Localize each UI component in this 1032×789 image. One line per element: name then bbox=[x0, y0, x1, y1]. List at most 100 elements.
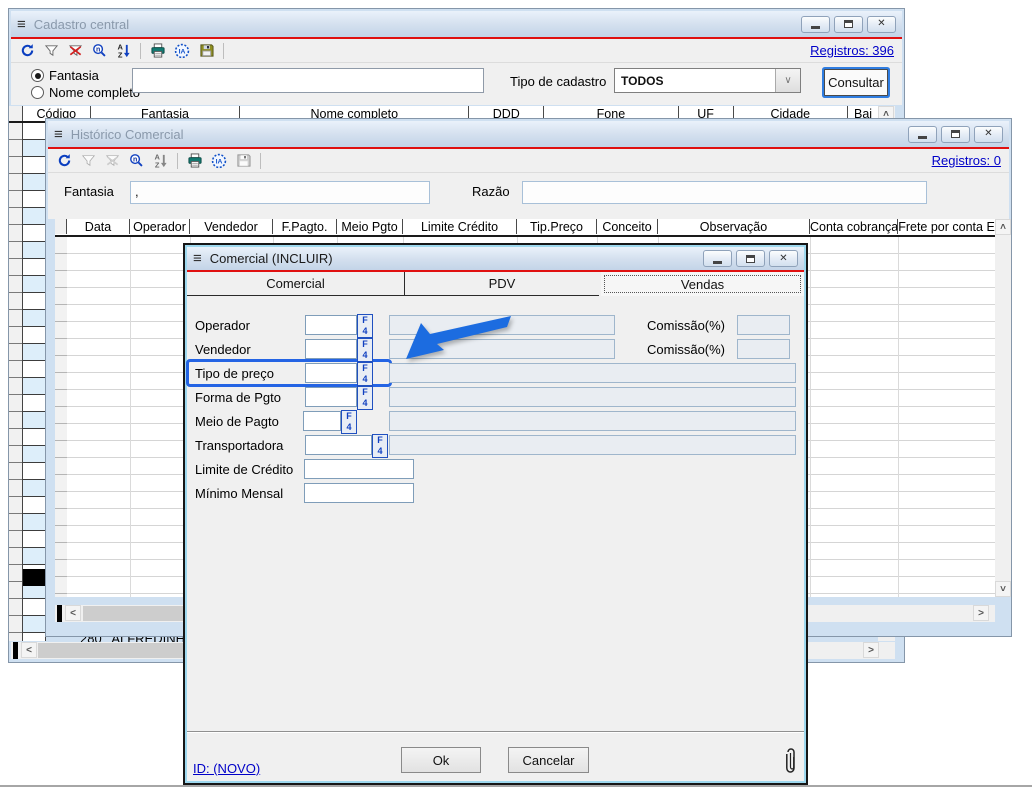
menu-icon[interactable]: ≡ bbox=[193, 251, 202, 266]
close-button[interactable]: ✕ bbox=[974, 126, 1003, 143]
minimo-mensal-input[interactable] bbox=[304, 483, 414, 503]
sort-az-icon[interactable]: AZ bbox=[114, 42, 132, 59]
table-grid-column[interactable] bbox=[23, 123, 46, 641]
column-header[interactable]: Operador bbox=[130, 219, 190, 234]
operador-description-field bbox=[389, 315, 615, 335]
search-input[interactable] bbox=[132, 68, 484, 93]
registros-link[interactable]: Registros: 0 bbox=[932, 153, 1001, 168]
vertical-scrollbar[interactable]: ˄ ˅ bbox=[995, 219, 1011, 597]
maximize-button[interactable] bbox=[834, 16, 863, 33]
dialog-titlebar[interactable]: ≡ Comercial (INCLUIR) ✕ bbox=[187, 247, 804, 270]
ok-button[interactable]: Ok bbox=[401, 747, 481, 773]
minimize-button[interactable] bbox=[908, 126, 937, 143]
minimize-button[interactable] bbox=[801, 16, 830, 33]
transportadora-description-field bbox=[389, 435, 796, 455]
column-header[interactable]: Frete por conta E bbox=[898, 219, 995, 234]
cadastro-filter-panel: Fantasia Nome completo Tipo de cadastro … bbox=[11, 63, 902, 105]
print-icon[interactable] bbox=[186, 152, 204, 169]
refresh-icon[interactable] bbox=[55, 152, 73, 169]
splitter-handle[interactable] bbox=[13, 642, 18, 659]
column-header[interactable]: Data bbox=[67, 219, 130, 234]
scroll-down-icon[interactable]: ˅ bbox=[995, 581, 1011, 597]
scroll-right-icon[interactable]: > bbox=[863, 642, 879, 658]
cadastro-titlebar[interactable]: ≡ Cadastro central ✕ bbox=[11, 11, 902, 37]
tab-pdv[interactable]: PDV bbox=[405, 272, 599, 296]
svg-text:Z: Z bbox=[117, 51, 122, 58]
f4-key-icon[interactable]: F4 bbox=[341, 410, 357, 434]
filter-icon[interactable] bbox=[42, 42, 60, 59]
tab-comercial[interactable]: Comercial bbox=[187, 272, 404, 296]
clear-filter-icon[interactable] bbox=[66, 42, 84, 59]
forma-de-pgto-input[interactable] bbox=[305, 387, 357, 407]
f4-key-icon[interactable]: F4 bbox=[357, 314, 373, 338]
svg-text:IA: IA bbox=[179, 48, 186, 55]
select-value: TODOS bbox=[615, 74, 663, 88]
comissao-field[interactable] bbox=[737, 315, 790, 335]
tipo-de-cadastro-select[interactable]: TODOS ∨ bbox=[614, 68, 801, 93]
column-header[interactable]: Observação bbox=[658, 219, 810, 234]
screen-edge-line bbox=[0, 785, 1032, 787]
consultar-button[interactable]: Consultar bbox=[824, 69, 888, 96]
comissao-field[interactable] bbox=[737, 339, 790, 359]
ia-icon[interactable]: IA bbox=[173, 42, 191, 59]
column-header[interactable]: Conta cobrança bbox=[810, 219, 898, 234]
tab-vendas[interactable]: Vendas bbox=[601, 272, 804, 296]
f4-key-icon[interactable]: F4 bbox=[357, 362, 373, 386]
minimize-button[interactable] bbox=[703, 250, 732, 267]
maximize-button[interactable] bbox=[736, 250, 765, 267]
save-icon[interactable] bbox=[197, 42, 215, 59]
column-header[interactable]: Vendedor bbox=[190, 219, 273, 234]
limite-de-credito-input[interactable] bbox=[304, 459, 414, 479]
row-selector-header bbox=[9, 106, 23, 121]
transportadora-input[interactable] bbox=[305, 435, 372, 455]
ia-icon[interactable]: IA bbox=[210, 152, 228, 169]
maximize-button[interactable] bbox=[941, 126, 970, 143]
razao-input[interactable] bbox=[522, 181, 927, 204]
dialog-tabs: Comercial PDV Vendas bbox=[187, 272, 804, 296]
f4-key-icon[interactable]: F4 bbox=[357, 338, 373, 362]
row-selector-column[interactable] bbox=[9, 123, 23, 641]
close-button[interactable]: ✕ bbox=[769, 250, 798, 267]
scroll-left-icon[interactable]: < bbox=[21, 642, 37, 658]
operador-input[interactable] bbox=[305, 315, 357, 335]
fantasia-input[interactable]: , bbox=[130, 181, 430, 204]
refresh-icon[interactable] bbox=[18, 42, 36, 59]
column-header[interactable]: Meio Pgto bbox=[337, 219, 403, 234]
column-header[interactable]: F.Pagto. bbox=[273, 219, 337, 234]
column-header[interactable]: Limite Crédito bbox=[403, 219, 517, 234]
f4-key-icon[interactable]: F4 bbox=[372, 434, 388, 458]
f4-key-icon[interactable]: F4 bbox=[357, 386, 373, 410]
menu-icon[interactable]: ≡ bbox=[54, 127, 63, 142]
search-n-icon[interactable]: n bbox=[127, 152, 145, 169]
window-title: Cadastro central bbox=[34, 17, 129, 32]
menu-icon[interactable]: ≡ bbox=[17, 17, 26, 32]
search-n-icon[interactable]: n bbox=[90, 42, 108, 59]
selected-cell[interactable] bbox=[23, 569, 45, 586]
splitter-handle[interactable] bbox=[57, 605, 62, 622]
id-novo-link[interactable]: ID: (NOVO) bbox=[193, 761, 260, 776]
print-icon[interactable] bbox=[149, 42, 167, 59]
column-header[interactable]: Tip.Preço bbox=[517, 219, 597, 234]
close-button[interactable]: ✕ bbox=[867, 16, 896, 33]
historico-titlebar[interactable]: ≡ Histórico Comercial ✕ bbox=[48, 121, 1009, 147]
radio-nome-completo[interactable]: Nome completo bbox=[31, 85, 140, 100]
vendedor-input[interactable] bbox=[305, 339, 357, 359]
radio-fantasia[interactable]: Fantasia bbox=[31, 68, 99, 83]
tipo-de-preco-input[interactable] bbox=[305, 363, 357, 383]
scroll-up-icon[interactable]: ˄ bbox=[995, 219, 1011, 235]
scroll-left-icon[interactable]: < bbox=[65, 605, 81, 621]
save-icon bbox=[234, 152, 252, 169]
cancel-button[interactable]: Cancelar bbox=[508, 747, 589, 773]
scroll-right-icon[interactable]: > bbox=[973, 605, 989, 621]
radio-dot[interactable] bbox=[31, 69, 44, 82]
minimo-mensal-label: Mínimo Mensal bbox=[195, 486, 283, 501]
radio-dot[interactable] bbox=[31, 86, 44, 99]
registros-link[interactable]: Registros: 396 bbox=[810, 43, 894, 58]
forma-de-pgto-label: Forma de Pgto bbox=[195, 390, 281, 405]
tipo-de-preco-description-field bbox=[389, 363, 796, 383]
scroll-thumb[interactable] bbox=[38, 643, 183, 658]
dialog-title: Comercial (INCLUIR) bbox=[210, 251, 333, 266]
column-header[interactable]: Conceito bbox=[597, 219, 658, 234]
meio-de-pagto-input[interactable] bbox=[303, 411, 341, 431]
chevron-down-icon[interactable]: ∨ bbox=[775, 69, 800, 92]
